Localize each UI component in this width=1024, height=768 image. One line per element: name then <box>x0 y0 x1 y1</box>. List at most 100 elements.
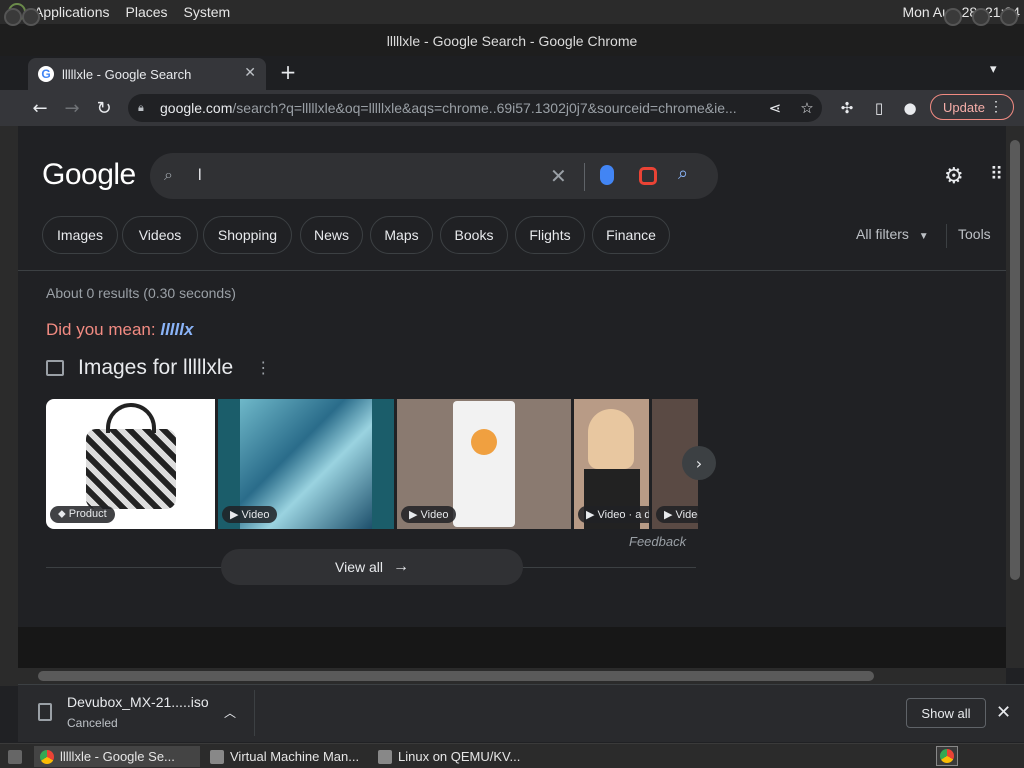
chevron-up-icon[interactable]: ︿ <box>224 704 236 721</box>
image-result-handbag[interactable]: ⬥ Product <box>46 399 215 529</box>
new-tab-icon[interactable]: + <box>278 60 298 84</box>
download-filename[interactable]: Devubox_MX-21.....iso <box>67 694 209 710</box>
horizontal-scrollbar[interactable] <box>18 668 1006 684</box>
clear-icon[interactable]: ✕ <box>550 164 567 188</box>
did-you-mean-label: Did you mean: <box>46 320 156 339</box>
page-footer-band <box>18 627 1006 668</box>
horizontal-scroll-thumb[interactable] <box>38 671 874 681</box>
header-divider <box>18 270 1006 271</box>
emoji-image <box>471 429 497 455</box>
minimize-icon[interactable] <box>944 8 962 26</box>
taskbar-item-virt-manager[interactable]: Virtual Machine Man... <box>204 746 370 767</box>
vertical-scrollbar[interactable] <box>1006 126 1024 668</box>
chip-maps[interactable]: Maps <box>370 216 433 254</box>
image-icon <box>46 360 64 376</box>
search-input[interactable] <box>198 163 538 189</box>
window-title: lllllxle - Google Search - Google Chrome <box>386 33 638 49</box>
download-bar <box>18 684 1024 742</box>
url-host: google.com <box>160 100 233 116</box>
window-shade-icon[interactable] <box>22 8 40 26</box>
qemu-icon <box>378 749 392 764</box>
chip-news[interactable]: News <box>300 216 363 254</box>
chip-finance[interactable]: Finance <box>592 216 670 254</box>
window-menu-icon[interactable] <box>4 8 22 26</box>
taskbar: lllllxle - Google Se... Virtual Machine … <box>0 743 1024 768</box>
taskbar-item-qemu[interactable]: Linux on QEMU/KV... <box>372 746 538 767</box>
tab-search-chevron-icon[interactable]: ▾ <box>990 62 997 77</box>
chip-books[interactable]: Books <box>440 216 508 254</box>
all-filters-dropdown[interactable]: All filters ▼ <box>856 226 929 242</box>
more-options-icon[interactable]: ⋮ <box>255 358 271 378</box>
chip-videos[interactable]: Videos <box>122 216 198 254</box>
images-heading[interactable]: Images for lllllxle <box>78 356 233 380</box>
window-left-edge <box>0 126 18 686</box>
profile-avatar-icon[interactable]: ● <box>899 97 921 119</box>
download-status: Canceled <box>67 716 118 730</box>
phone-screenshot-image <box>453 401 515 527</box>
url-path: /search?q=lllllxle&oq=lllllxle&aqs=chrom… <box>232 100 737 116</box>
tag-video: ▶ Video <box>656 506 698 523</box>
show-desktop-icon[interactable] <box>2 746 30 767</box>
window-titlebar[interactable]: lllllxle - Google Search - Google Chrome <box>0 24 1024 58</box>
tab-close-icon[interactable]: ✕ <box>244 64 256 81</box>
tray-chrome-icon[interactable] <box>936 746 958 766</box>
caret-down-icon: ▼ <box>918 231 929 242</box>
google-logo[interactable]: Google <box>42 158 136 192</box>
maximize-icon[interactable] <box>972 8 990 26</box>
menu-system[interactable]: System <box>184 4 231 20</box>
image-result-person[interactable]: ▶ Video · a d <box>574 399 649 529</box>
chrome-icon <box>940 749 954 763</box>
all-filters-label: All filters <box>856 226 909 242</box>
update-label: Update <box>943 99 985 115</box>
bookmark-star-icon[interactable]: ☆ <box>796 97 818 119</box>
vertical-scroll-thumb[interactable] <box>1010 140 1020 580</box>
google-favicon-icon: G <box>38 66 54 82</box>
carousel-next-icon[interactable]: › <box>682 446 716 480</box>
reload-icon[interactable]: ↻ <box>92 96 116 120</box>
menu-applications[interactable]: Applications <box>34 4 110 20</box>
search-submit-icon[interactable]: ⌕ <box>678 163 688 184</box>
images-section-header: Images for lllllxle ⋮ <box>46 356 271 380</box>
virt-manager-icon <box>210 749 224 764</box>
lock-icon[interactable]: 🔒︎ <box>138 102 152 115</box>
search-box[interactable]: ⌕ ✕ ⌕ <box>150 153 718 199</box>
feedback-link[interactable]: Feedback <box>629 534 686 549</box>
back-icon[interactable]: ← <box>28 96 52 120</box>
forward-icon[interactable]: → <box>60 96 84 120</box>
share-icon[interactable]: ⋖ <box>764 97 786 119</box>
extensions-puzzle-icon[interactable]: ✣ <box>836 97 858 119</box>
tab-google-search[interactable]: G lllllxle - Google Search ✕ <box>28 58 266 90</box>
update-button[interactable]: Update ⋮ <box>930 94 1014 120</box>
search-divider <box>584 163 585 191</box>
apps-grid-icon[interactable]: ⠿ <box>990 164 1003 185</box>
chip-flights[interactable]: Flights <box>515 216 585 254</box>
handbag-handle <box>106 403 156 433</box>
menu-places[interactable]: Places <box>126 4 168 20</box>
chip-shopping[interactable]: Shopping <box>203 216 292 254</box>
view-all-button[interactable]: View all → <box>221 549 523 585</box>
address-bar[interactable]: 🔒︎ google.com /search?q=lllllxle&oq=llll… <box>128 94 822 122</box>
close-download-bar-icon[interactable]: ✕ <box>996 702 1011 723</box>
filters-divider <box>946 224 947 248</box>
did-you-mean: Did you mean: lllllx <box>46 320 193 340</box>
kebab-menu-icon[interactable]: ⋮ <box>989 98 1003 115</box>
image-result-phone[interactable]: ▶ Video <box>397 399 571 529</box>
tools-button[interactable]: Tools <box>958 226 991 242</box>
tag-video: ▶ Video <box>222 506 278 523</box>
result-stats: About 0 results (0.30 seconds) <box>46 285 236 301</box>
google-lens-icon[interactable] <box>639 167 657 185</box>
close-window-icon[interactable] <box>1000 8 1018 26</box>
settings-gear-icon[interactable]: ⚙ <box>944 164 964 189</box>
desktop-top-panel: Applications Places System Mon Aug 28, 2… <box>0 0 1024 24</box>
microphone-icon[interactable] <box>600 165 614 185</box>
did-you-mean-link[interactable]: lllllx <box>160 320 193 339</box>
file-icon <box>38 703 52 721</box>
show-all-button[interactable]: Show all <box>906 698 986 728</box>
tag-video: ▶ Video <box>401 506 457 523</box>
side-panel-icon[interactable]: ▯ <box>868 97 890 119</box>
arrow-right-icon: → <box>393 558 409 575</box>
chip-images[interactable]: Images <box>42 216 118 254</box>
taskbar-item-chrome[interactable]: lllllxle - Google Se... <box>34 746 200 767</box>
image-result-album[interactable]: ▶ Video <box>218 399 394 529</box>
download-divider <box>254 690 255 736</box>
